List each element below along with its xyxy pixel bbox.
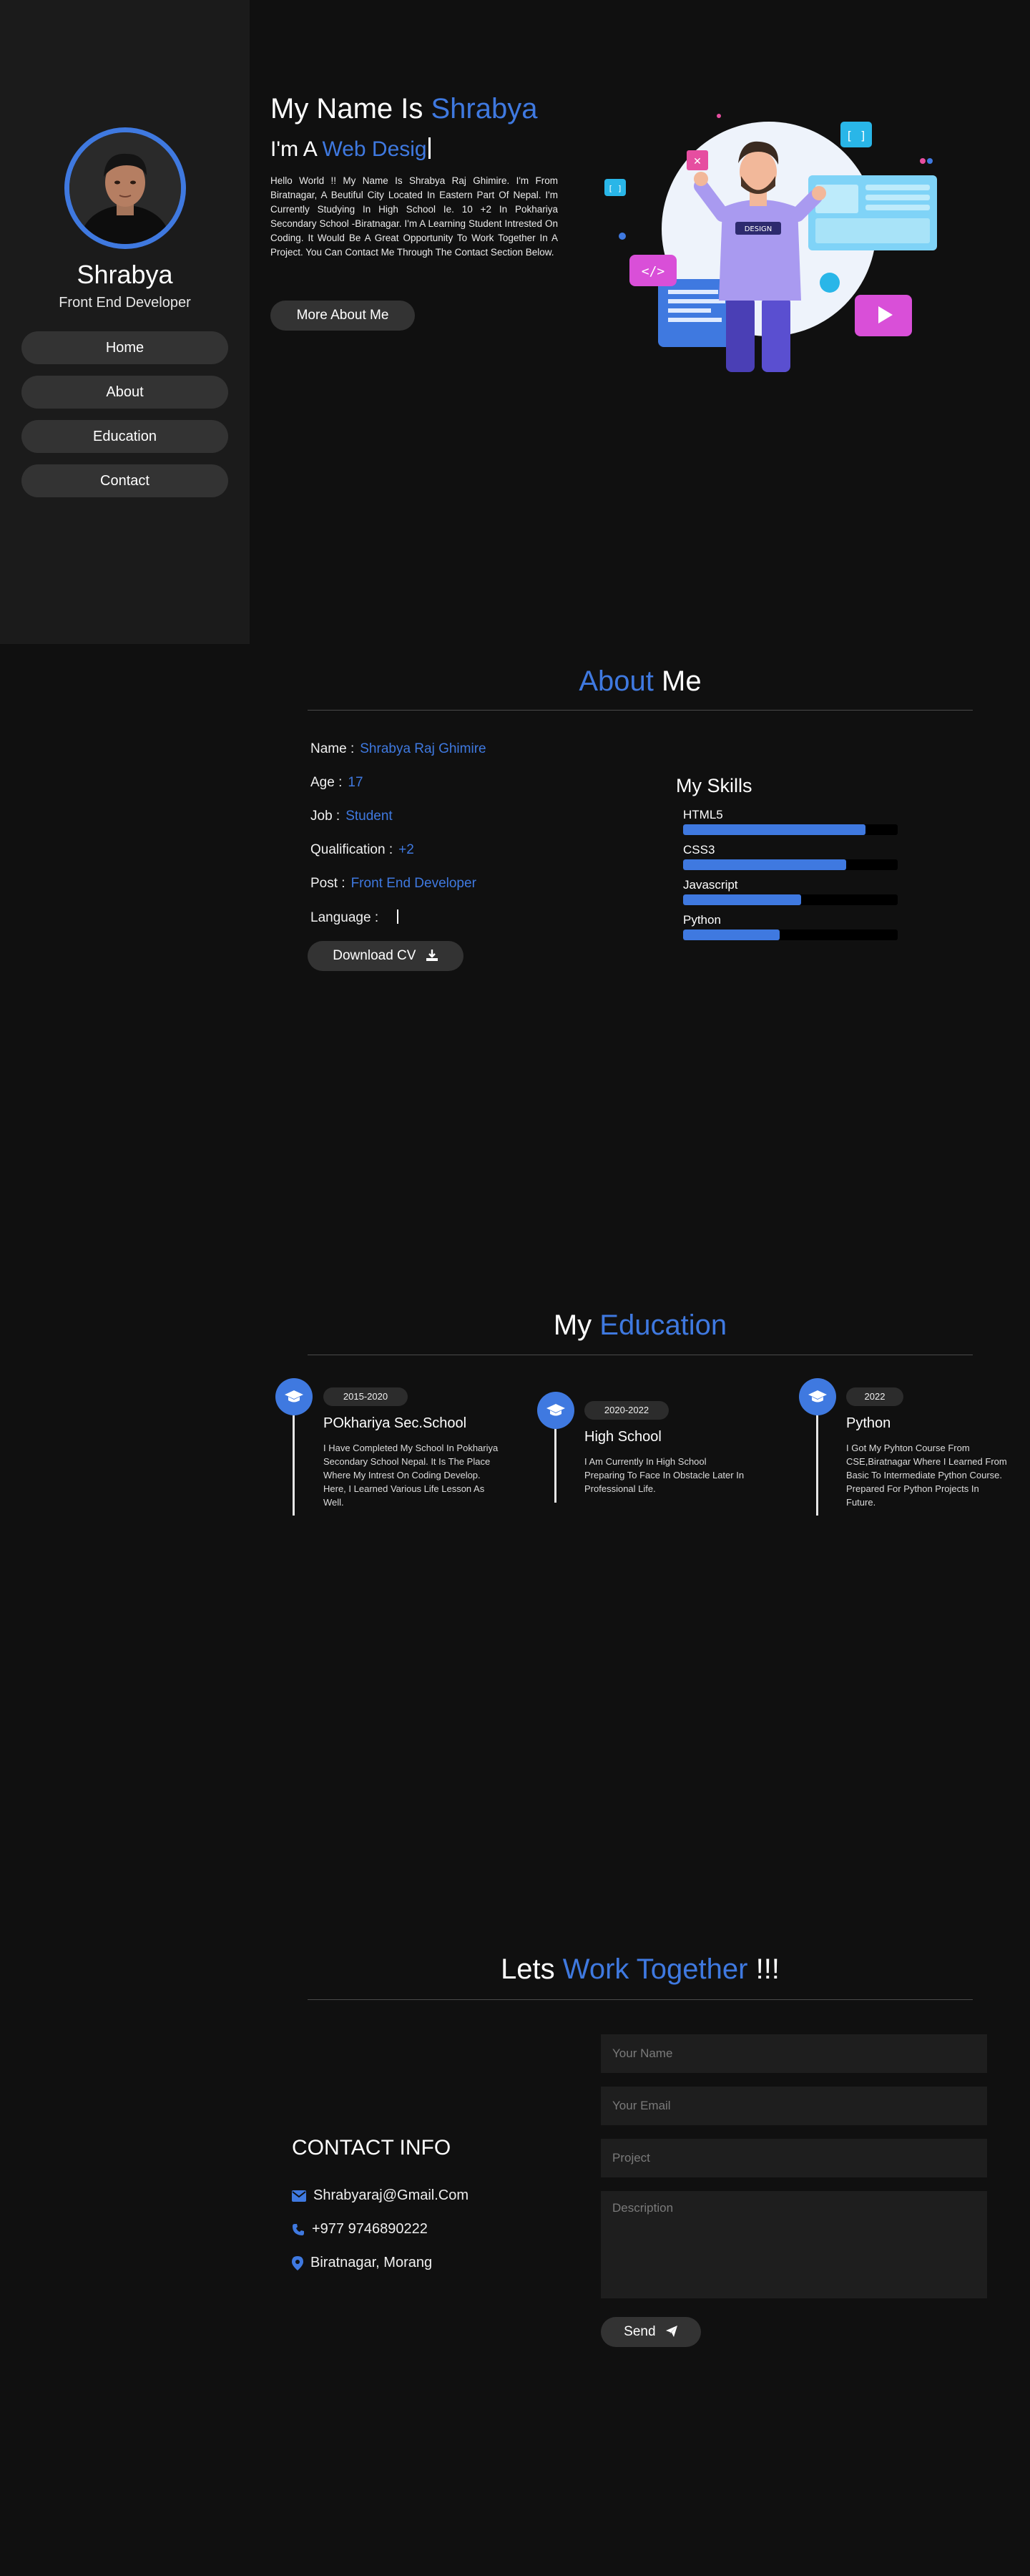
hero-title-prefix: My Name Is xyxy=(270,93,423,125)
education-title-accent: Education xyxy=(599,1309,727,1341)
skill-bar-python xyxy=(683,930,898,940)
about-label: Qualification : xyxy=(310,842,393,857)
contact-section-title: Lets Work Together !!! xyxy=(308,1953,973,1986)
skill-bar-javascript xyxy=(683,894,898,905)
contact-title-suffix: !!! xyxy=(755,1953,780,1985)
skill-label: HTML5 xyxy=(683,808,723,821)
skill-fill xyxy=(683,824,865,835)
hero-title-name: Shrabya xyxy=(431,93,538,125)
avatar xyxy=(64,127,186,249)
edu-date-badge: 2015-2020 xyxy=(323,1387,408,1406)
typing-cursor xyxy=(428,137,431,159)
edu-date-badge: 2020-2022 xyxy=(584,1401,669,1420)
typing-cursor xyxy=(397,909,399,924)
illustration-badge-text: DESIGN xyxy=(745,225,772,233)
about-section-title: About Me xyxy=(308,665,973,698)
description-textarea[interactable] xyxy=(601,2191,987,2298)
about-value: +2 xyxy=(398,842,414,857)
contact-title-accent: Work Together xyxy=(562,1953,748,1985)
sidebar: Shrabya Front End Developer Home About E… xyxy=(0,0,250,644)
about-divider xyxy=(308,710,973,711)
about-qualification-row: Qualification : +2 xyxy=(310,842,414,858)
nav-about-button[interactable]: About xyxy=(21,376,228,409)
hero-subtitle: I'm A Web Desig xyxy=(270,137,431,162)
edu-title: High School xyxy=(584,1429,662,1445)
hero-typed-text: Web Desig xyxy=(322,137,427,161)
about-title-rest: Me xyxy=(662,665,702,697)
skill-label: Javascript xyxy=(683,878,738,892)
hero-title: My Name Is Shrabya xyxy=(270,93,537,125)
web-designer-illustration: </> [ ] [ ] ✕ DESIGN xyxy=(604,114,937,372)
about-age-row: Age : 17 xyxy=(310,775,363,791)
name-input[interactable] xyxy=(601,2034,987,2073)
about-label: Job : xyxy=(310,809,340,824)
nav-education-button[interactable]: Education xyxy=(21,420,228,453)
download-cv-label: Download CV xyxy=(333,948,416,963)
download-icon xyxy=(426,950,438,961)
download-cv-button[interactable]: Download CV xyxy=(308,941,464,971)
edu-description: I Got My Pyhton Course From CSE,Biratnag… xyxy=(846,1443,1007,1508)
edu-description: I Have Completed My School In Pokhariya … xyxy=(323,1443,499,1508)
about-label: Language : xyxy=(310,910,379,925)
contact-location-text: Biratnagar, Morang xyxy=(310,2255,433,2270)
about-value: 17 xyxy=(348,775,363,790)
map-marker-icon xyxy=(292,2255,303,2270)
graduation-cap-icon xyxy=(799,1378,836,1415)
send-button[interactable]: Send xyxy=(601,2317,701,2347)
sidebar-name: Shrabya xyxy=(77,260,173,289)
skill-bar-html5 xyxy=(683,824,898,835)
paper-plane-icon xyxy=(665,2326,677,2337)
contact-title-prefix: Lets xyxy=(501,1953,555,1985)
edu-title: POkhariya Sec.School xyxy=(323,1415,467,1431)
skill-fill xyxy=(683,930,780,940)
about-post-row: Post : Front End Developer xyxy=(310,876,476,892)
skill-fill xyxy=(683,894,801,905)
about-title-accent: About xyxy=(579,665,654,697)
svg-text:[ ]: [ ] xyxy=(846,129,867,142)
svg-text:[ ]: [ ] xyxy=(608,184,622,193)
about-value: Front End Developer xyxy=(350,876,476,891)
about-value: Shrabya Raj Ghimire xyxy=(360,741,486,756)
send-label: Send xyxy=(624,2324,656,2339)
skill-fill xyxy=(683,859,846,870)
contact-location: Biratnagar, Morang xyxy=(292,2255,432,2271)
graduation-cap-icon xyxy=(537,1392,574,1429)
about-value: Student xyxy=(345,809,393,824)
more-about-me-button[interactable]: More About Me xyxy=(270,301,415,331)
edu-date-badge: 2022 xyxy=(846,1387,903,1406)
skills-title: My Skills xyxy=(676,775,752,796)
nav-home-button[interactable]: Home xyxy=(21,331,228,364)
hero-sub-prefix: I'm A xyxy=(270,137,317,161)
contact-email: Shrabyaraj@Gmail.Com xyxy=(292,2187,469,2204)
graduation-cap-icon xyxy=(275,1378,313,1415)
nav-contact-button[interactable]: Contact xyxy=(21,464,228,497)
about-job-row: Job : Student xyxy=(310,809,393,824)
contact-divider xyxy=(308,1999,973,2000)
skill-label: CSS3 xyxy=(683,843,715,857)
education-section-title: My Education xyxy=(308,1309,973,1342)
email-input[interactable] xyxy=(601,2087,987,2125)
edu-description: I Am Currently In High School Preparing … xyxy=(584,1456,745,1494)
about-label: Post : xyxy=(310,876,345,891)
about-language-row: Language : xyxy=(310,909,399,926)
svg-text:</>: </> xyxy=(642,264,665,279)
about-label: Name : xyxy=(310,741,355,756)
envelope-icon xyxy=(292,2190,306,2202)
skill-bar-css3 xyxy=(683,859,898,870)
svg-text:✕: ✕ xyxy=(693,156,702,167)
phone-icon xyxy=(293,2223,304,2235)
contact-phone-text: +977 9746890222 xyxy=(312,2221,428,2237)
contact-phone: +977 9746890222 xyxy=(292,2221,428,2238)
contact-email-text: Shrabyaraj@Gmail.Com xyxy=(313,2187,469,2203)
skill-label: Python xyxy=(683,913,721,927)
sidebar-role: Front End Developer xyxy=(59,295,191,311)
project-input[interactable] xyxy=(601,2139,987,2177)
about-label: Age : xyxy=(310,775,343,790)
contact-info-heading: CONTACT INFO xyxy=(292,2136,451,2160)
education-title-prefix: My xyxy=(553,1309,592,1341)
edu-title: Python xyxy=(846,1415,891,1431)
hero-bio: Hello World !! My Name Is Shrabya Raj Gh… xyxy=(270,175,558,258)
profile-photo xyxy=(69,132,181,244)
about-name-row: Name : Shrabya Raj Ghimire xyxy=(310,741,486,757)
